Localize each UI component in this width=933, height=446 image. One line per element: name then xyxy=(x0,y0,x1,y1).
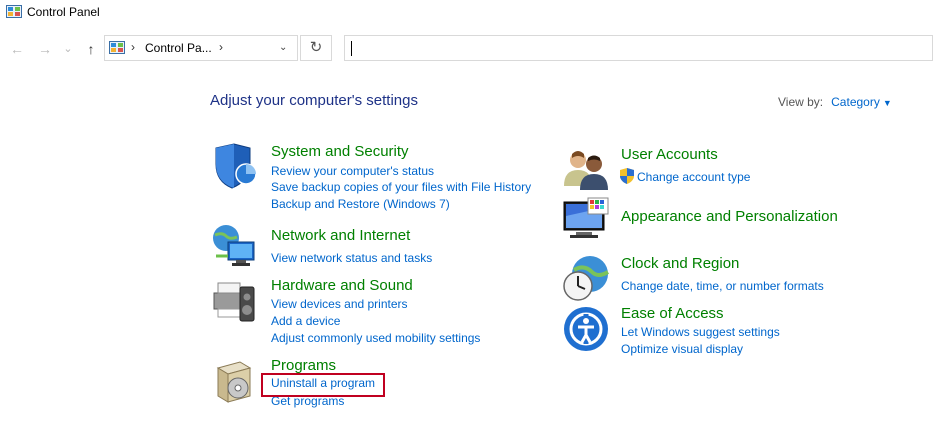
ease-of-access-icon[interactable] xyxy=(562,305,610,353)
breadcrumb-control-panel[interactable]: Control Pa... xyxy=(145,41,212,55)
link-view-devices-printers[interactable]: View devices and printers xyxy=(271,297,408,311)
link-change-account-type[interactable]: Change account type xyxy=(637,170,750,184)
uac-shield-icon xyxy=(620,168,634,184)
link-backup-restore[interactable]: Backup and Restore (Windows 7) xyxy=(271,197,450,211)
link-let-windows-suggest[interactable]: Let Windows suggest settings xyxy=(621,325,780,339)
title-bar: Control Panel xyxy=(0,0,933,30)
forward-arrow-icon[interactable]: → xyxy=(36,40,54,58)
category-title-hardware[interactable]: Hardware and Sound xyxy=(271,277,413,294)
breadcrumb-separator-icon[interactable]: › xyxy=(131,40,135,54)
refresh-button[interactable]: ↻ xyxy=(300,35,332,61)
address-dropdown-icon[interactable]: ⌄ xyxy=(279,41,291,55)
recent-locations-chevron-icon[interactable]: ⌄ xyxy=(62,40,74,58)
category-title-ease-of-access[interactable]: Ease of Access xyxy=(621,305,724,322)
highlight-box xyxy=(261,373,385,397)
link-optimize-visual-display[interactable]: Optimize visual display xyxy=(621,342,743,356)
up-arrow-icon[interactable]: ↑ xyxy=(82,40,100,58)
link-add-device[interactable]: Add a device xyxy=(271,314,340,328)
view-by-control: View by: Category ▼ xyxy=(778,95,892,109)
navigation-bar: ← → ⌄ ↑ › Control Pa... › ⌄ ↻ xyxy=(0,34,933,64)
category-title-user-accounts[interactable]: User Accounts xyxy=(621,146,718,163)
view-by-dropdown[interactable]: Category xyxy=(831,95,880,109)
printer-speaker-icon[interactable] xyxy=(210,277,258,325)
page-title: Adjust your computer's settings xyxy=(210,92,418,109)
category-title-clock-region[interactable]: Clock and Region xyxy=(621,255,739,272)
text-caret xyxy=(351,41,352,56)
category-title-appearance[interactable]: Appearance and Personalization xyxy=(621,208,838,225)
address-bar[interactable]: › Control Pa... › ⌄ xyxy=(104,35,298,61)
link-view-network-status[interactable]: View network status and tasks xyxy=(271,251,432,265)
users-icon[interactable] xyxy=(562,146,610,194)
view-by-caret-icon[interactable]: ▼ xyxy=(883,98,892,108)
shield-icon[interactable] xyxy=(210,142,258,190)
control-panel-icon xyxy=(6,5,22,18)
category-title-system-security[interactable]: System and Security xyxy=(271,143,409,160)
category-title-programs[interactable]: Programs xyxy=(271,357,336,374)
breadcrumb-separator-icon[interactable]: › xyxy=(219,40,223,54)
link-file-history[interactable]: Save backup copies of your files with Fi… xyxy=(271,180,531,194)
programs-disc-box-icon[interactable] xyxy=(210,356,258,404)
window-title: Control Panel xyxy=(27,5,100,19)
clock-globe-icon[interactable] xyxy=(562,254,610,302)
network-globe-icon[interactable] xyxy=(210,222,258,270)
monitor-palette-icon[interactable] xyxy=(562,196,610,244)
link-change-date-time-formats[interactable]: Change date, time, or number formats xyxy=(621,279,824,293)
back-arrow-icon[interactable]: ← xyxy=(8,40,26,58)
link-mobility-settings[interactable]: Adjust commonly used mobility settings xyxy=(271,331,480,345)
link-review-computer-status[interactable]: Review your computer's status xyxy=(271,164,434,178)
search-input[interactable] xyxy=(344,35,933,61)
category-title-network[interactable]: Network and Internet xyxy=(271,227,410,244)
control-panel-icon xyxy=(109,41,125,54)
view-by-label: View by: xyxy=(778,95,824,109)
